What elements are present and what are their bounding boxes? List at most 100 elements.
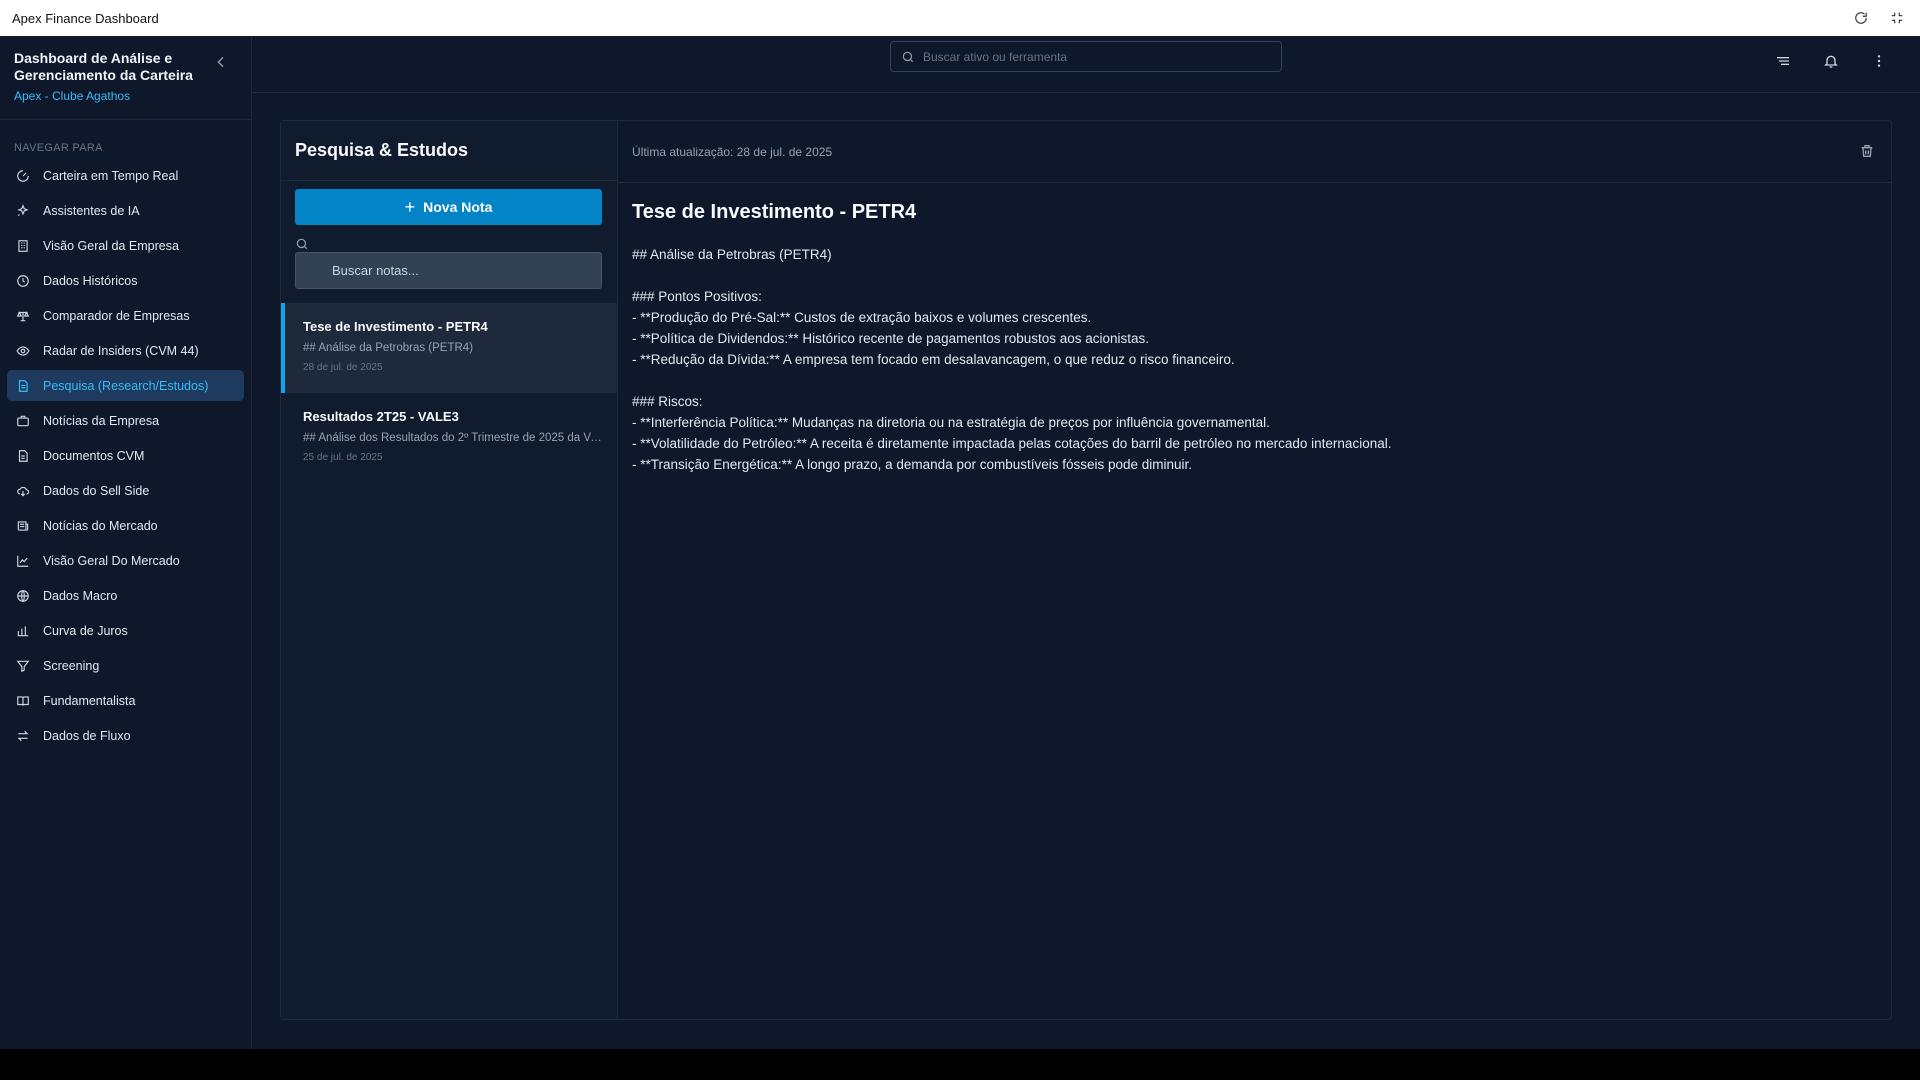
note-line: ### Pontos Positivos: — [632, 289, 762, 304]
sidebar-item-label: Curva de Juros — [43, 623, 128, 638]
app-subtitle: Apex - Clube Agathos — [14, 89, 131, 103]
sidebar-item-label: Notícias da Empresa — [43, 413, 160, 428]
sidebar-item-visao-mercado[interactable]: Visão Geral Do Mercado — [7, 545, 244, 576]
sidebar-nav: Carteira em Tempo Real Assistentes de IA… — [0, 160, 251, 751]
sidebar-item-label: Notícias do Mercado — [43, 518, 158, 533]
sidebar-item-label: Radar de Insiders (CVM 44) — [43, 343, 199, 358]
sidebar-item-label: Carteira em Tempo Real — [43, 168, 179, 183]
menu-lines-icon[interactable] — [1772, 50, 1794, 72]
building-icon — [15, 238, 31, 254]
sidebar-item-carteira[interactable]: Carteira em Tempo Real — [7, 160, 244, 191]
sidebar-item-label: Comparador de Empresas — [43, 308, 190, 323]
sparkles-icon — [15, 203, 31, 219]
search-icon — [295, 237, 309, 251]
sidebar-item-dados-historicos[interactable]: Dados Históricos — [7, 265, 244, 296]
last-updated-text: Última atualização: 28 de jul. de 2025 — [632, 144, 833, 159]
chevron-left-icon[interactable] — [213, 54, 229, 70]
clock-icon — [15, 273, 31, 289]
note-line: - **Transição Energética:** A longo praz… — [632, 457, 1193, 472]
arrows-icon — [15, 728, 31, 744]
sidebar-item-assistentes-ia[interactable]: Assistentes de IA — [7, 195, 244, 226]
note-line — [632, 370, 1877, 391]
notes-header: Pesquisa & Estudos — [281, 121, 617, 181]
sidebar-header: Dashboard de Análise e Gerenciamento da … — [0, 36, 251, 120]
book-icon — [15, 693, 31, 709]
notes-search-wrap — [281, 225, 617, 289]
note-title: Tese de Investimento - PETR4 — [303, 319, 488, 334]
note-title: Resultados 2T25 - VALE3 — [303, 409, 459, 424]
note-line: - **Redução da Dívida:** A empresa tem f… — [632, 352, 1235, 367]
sidebar-item-label: Screening — [43, 658, 100, 673]
bell-icon[interactable] — [1820, 50, 1842, 72]
trash-icon[interactable] — [1859, 143, 1877, 161]
sidebar-item-dados-fluxo[interactable]: Dados de Fluxo — [7, 720, 244, 751]
more-vertical-icon[interactable] — [1868, 50, 1890, 72]
sidebar-item-screening[interactable]: Screening — [7, 650, 244, 681]
search-icon — [901, 50, 915, 64]
sidebar-item-label: Dados do Sell Side — [43, 483, 150, 498]
note-date: 28 de jul. de 2025 — [303, 362, 383, 373]
note-line: - **Política de Dividendos:** Histórico … — [632, 331, 1150, 346]
sidebar-item-label: Assistentes de IA — [43, 203, 140, 218]
gauge-icon — [15, 168, 31, 184]
fullscreen-icon[interactable] — [1886, 7, 1908, 29]
nav-heading: NAVEGAR PARA — [14, 142, 103, 154]
sidebar-item-label: Dados Macro — [43, 588, 118, 603]
sidebar-item-label: Dados Históricos — [43, 273, 138, 288]
eye-icon — [15, 343, 31, 359]
sidebar-item-documentos-cvm[interactable]: Documentos CVM — [7, 440, 244, 471]
note-editor: Última atualização: 28 de jul. de 2025 T… — [618, 121, 1891, 1019]
file-text-icon — [15, 378, 31, 394]
new-note-label: Nova Nota — [423, 199, 493, 215]
sidebar-item-visao-empresa[interactable]: Visão Geral da Empresa — [7, 230, 244, 261]
note-line: - **Volatilidade do Petróleo:** A receit… — [632, 436, 1392, 451]
sidebar-item-fundamentalista[interactable]: Fundamentalista — [7, 685, 244, 716]
note-item[interactable]: Tese de Investimento - PETR4 ## Análise … — [281, 303, 617, 393]
note-line: ### Riscos: — [632, 394, 703, 409]
sidebar-item-noticias-empresa[interactable]: Notícias da Empresa — [7, 405, 244, 436]
document-icon — [15, 448, 31, 464]
note-preview: ## Análise dos Resultados do 2º Trimestr… — [303, 432, 603, 444]
bar-chart-icon — [15, 623, 31, 639]
app-title: Dashboard de Análise e Gerenciamento da … — [14, 50, 193, 83]
note-line: - **Interferência Política:** Mudanças n… — [632, 415, 1270, 430]
filter-icon — [15, 658, 31, 674]
sidebar-item-radar-insiders[interactable]: Radar de Insiders (CVM 44) — [7, 335, 244, 366]
sidebar: Dashboard de Análise e Gerenciamento da … — [0, 36, 252, 1049]
note-heading: Tese de Investimento - PETR4 — [632, 201, 917, 223]
sidebar-item-curva-juros[interactable]: Curva de Juros — [7, 615, 244, 646]
new-note-button[interactable]: + Nova Nota — [295, 189, 602, 225]
note-item[interactable]: Resultados 2T25 - VALE3 ## Análise dos R… — [281, 393, 617, 483]
bottom-strip — [0, 1049, 1920, 1080]
sidebar-item-label: Documentos CVM — [43, 448, 145, 463]
sidebar-item-label: Pesquisa (Research/Estudos) — [43, 378, 209, 393]
chart-area-icon — [15, 553, 31, 569]
editor-header: Última atualização: 28 de jul. de 2025 — [618, 121, 1891, 183]
window-title-bar: Apex Finance Dashboard — [0, 0, 1920, 36]
notes-list-panel: Pesquisa & Estudos + Nova Nota Tese de I… — [281, 121, 618, 1019]
refresh-icon[interactable] — [1850, 7, 1872, 29]
notes-search-input[interactable] — [295, 252, 602, 289]
sidebar-item-dados-macro[interactable]: Dados Macro — [7, 580, 244, 611]
scale-icon — [15, 308, 31, 324]
note-line: - **Produção do Pré-Sal:** Custos de ext… — [632, 310, 1092, 325]
sidebar-item-pesquisa[interactable]: Pesquisa (Research/Estudos) — [7, 370, 244, 401]
sidebar-item-sell-side[interactable]: Dados do Sell Side — [7, 475, 244, 506]
newspaper-icon — [15, 518, 31, 534]
sidebar-item-label: Dados de Fluxo — [43, 728, 131, 743]
note-date: 25 de jul. de 2025 — [303, 452, 383, 463]
global-search-input[interactable] — [923, 49, 1253, 64]
top-bar — [252, 36, 1920, 93]
sidebar-item-label: Fundamentalista — [43, 693, 136, 708]
plus-icon: + — [404, 196, 416, 217]
editor-body[interactable]: Tese de Investimento - PETR4 ## Análise … — [618, 183, 1891, 493]
globe-icon — [15, 588, 31, 604]
research-panel: Pesquisa & Estudos + Nova Nota Tese de I… — [280, 120, 1892, 1020]
note-line: ## Análise da Petrobras (PETR4) — [632, 247, 832, 262]
sidebar-item-label: Visão Geral Do Mercado — [43, 553, 180, 568]
sidebar-item-comparador[interactable]: Comparador de Empresas — [7, 300, 244, 331]
download-cloud-icon — [15, 483, 31, 499]
global-search[interactable] — [890, 41, 1282, 72]
sidebar-item-noticias-mercado[interactable]: Notícias do Mercado — [7, 510, 244, 541]
window-title: Apex Finance Dashboard — [12, 10, 159, 26]
